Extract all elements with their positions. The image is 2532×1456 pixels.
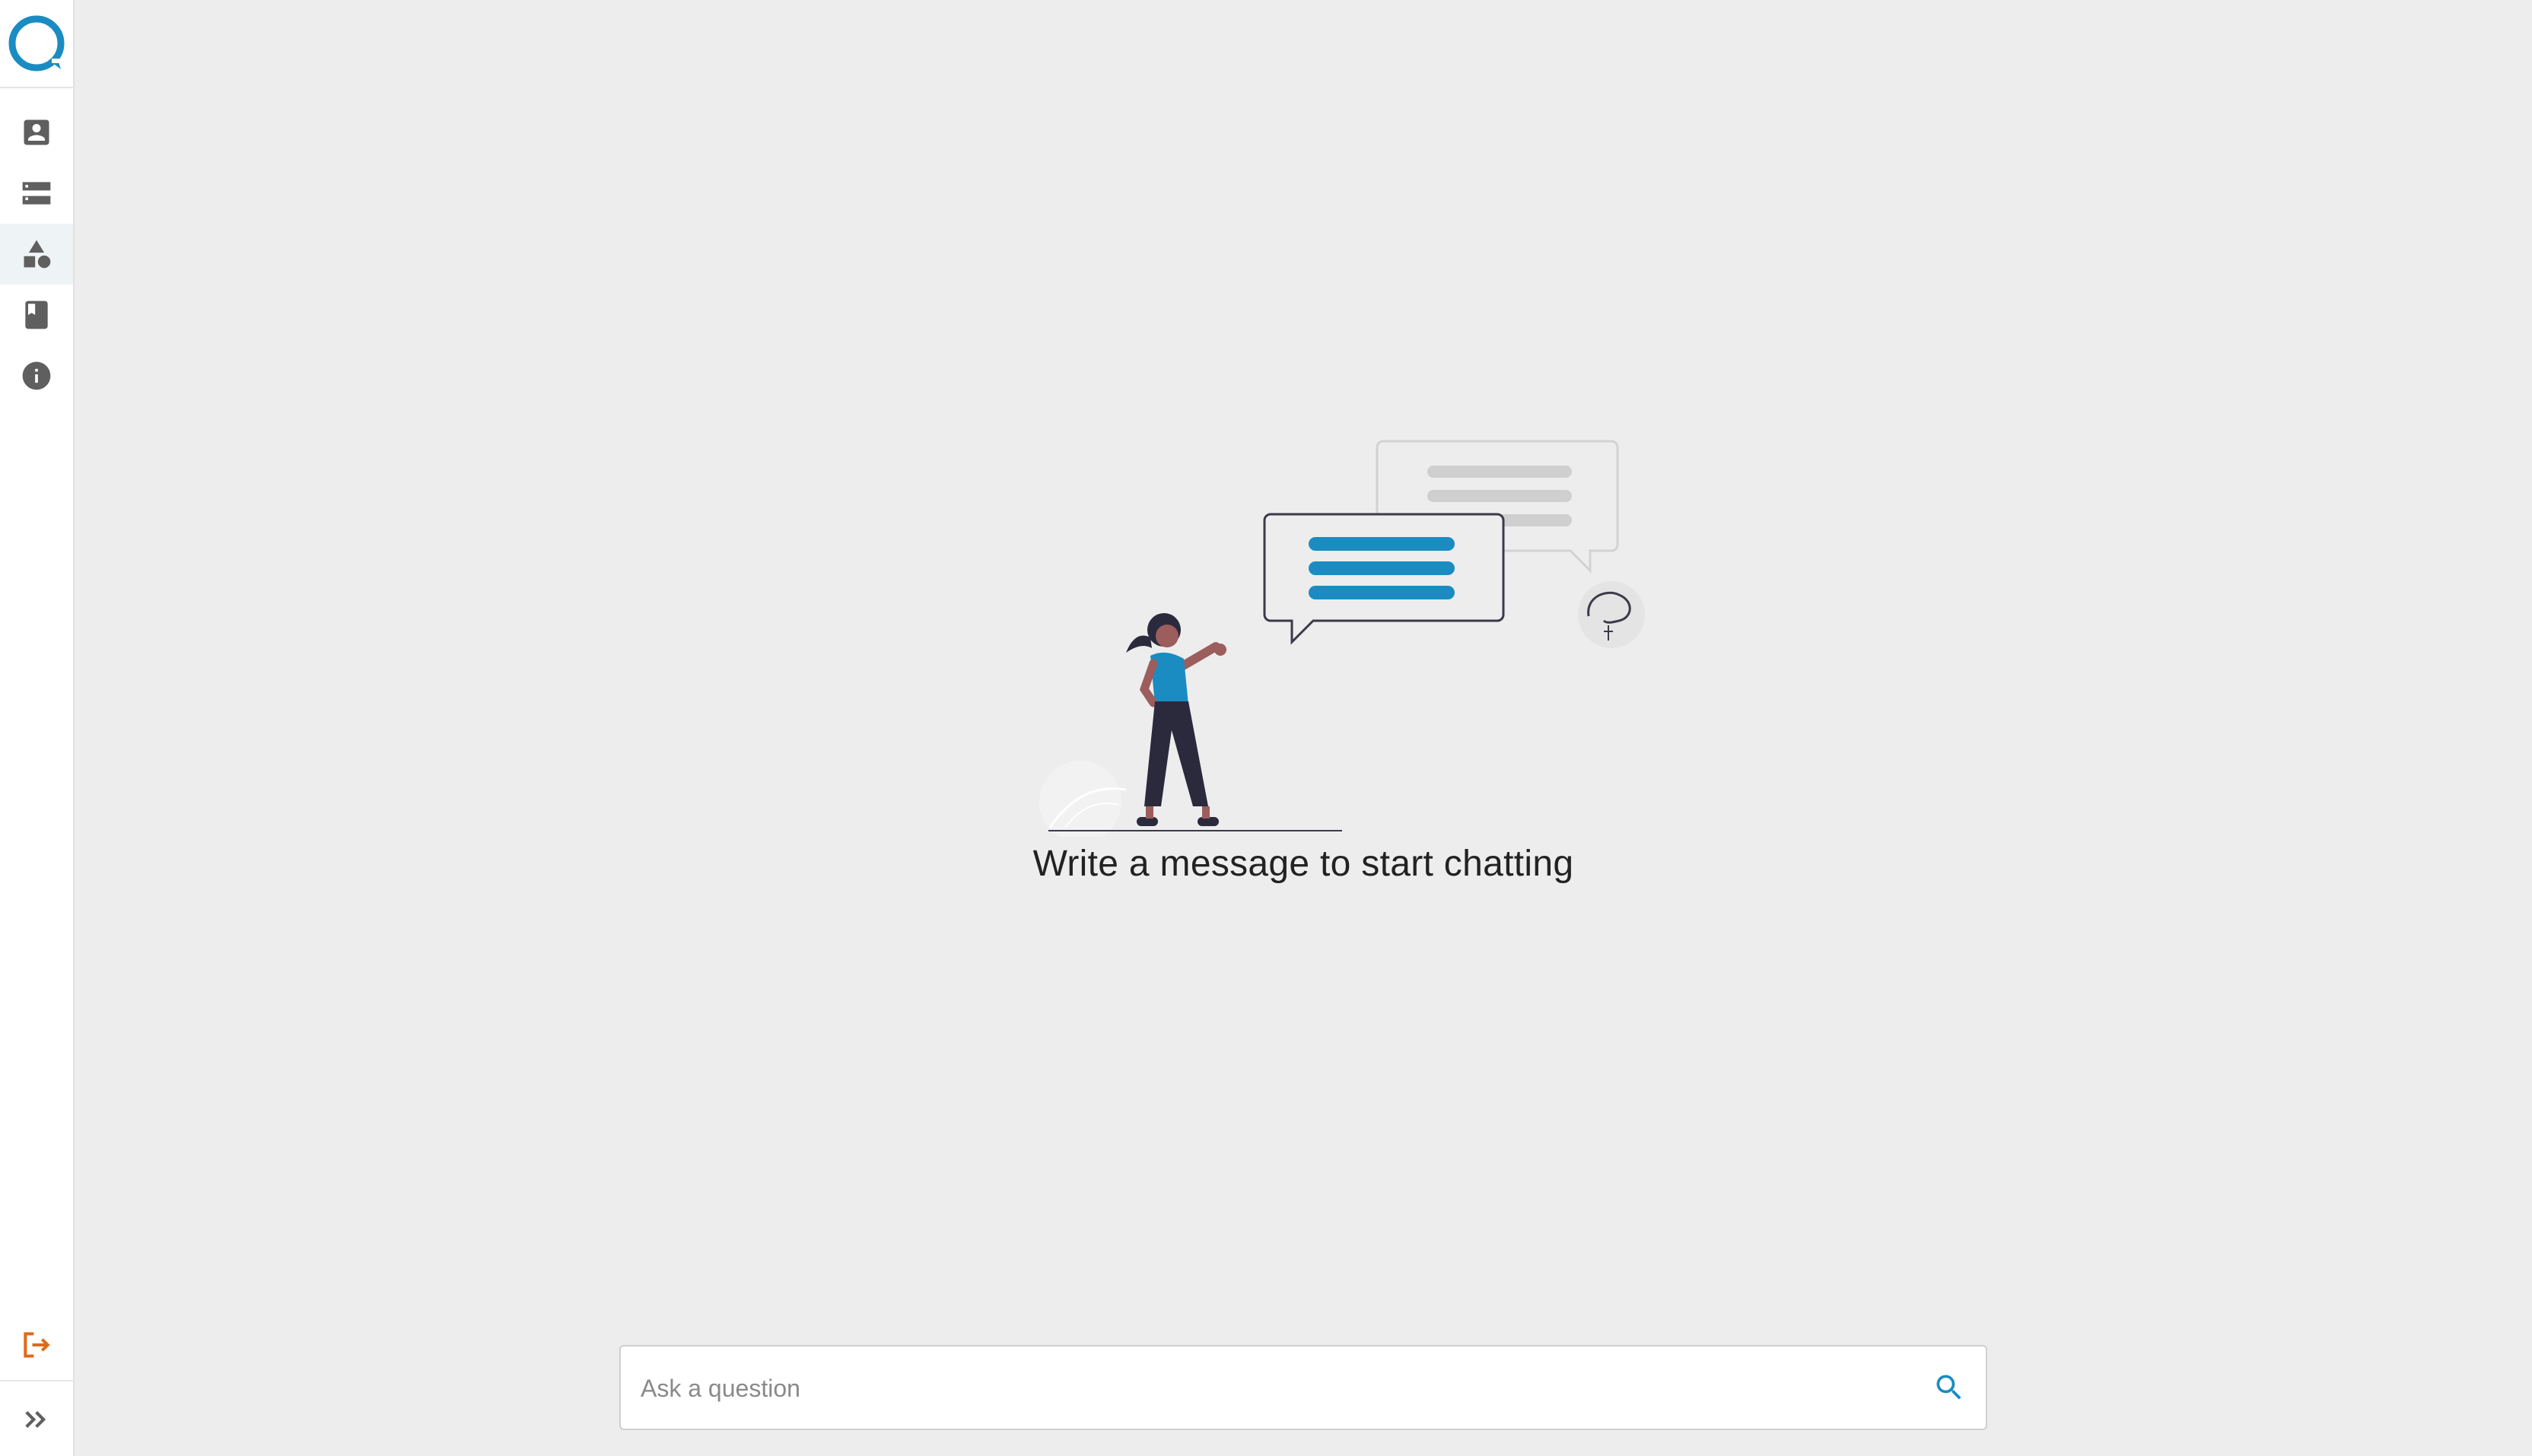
nav-item-info[interactable] (0, 345, 73, 406)
logout-button[interactable] (0, 1315, 73, 1375)
chat-bubble-logo-icon (8, 15, 65, 72)
logout-icon (24, 1332, 50, 1358)
nav-item-documentation[interactable] (0, 285, 73, 345)
account-box-icon (24, 119, 49, 145)
empty-state-message: Write a message to start chatting (1032, 844, 1574, 884)
book-icon (25, 300, 48, 329)
sidebar-divider (0, 1380, 73, 1381)
assistant-avatar (1578, 581, 1645, 648)
woman-figure (1126, 613, 1226, 826)
front-chat-bubble (1263, 513, 1505, 645)
question-input[interactable] (639, 1346, 1905, 1430)
plant-decoration (1039, 761, 1127, 837)
nav-item-storage[interactable] (0, 163, 73, 224)
nav-item-category[interactable] (0, 224, 73, 285)
app-logo[interactable] (0, 0, 73, 88)
storage-icon (22, 182, 51, 205)
main-area: Write a message to start chatting (75, 0, 2532, 1456)
expand-sidebar-button[interactable] (0, 1389, 73, 1450)
woman-with-chat-bubbles-illustration (1039, 440, 1645, 837)
info-icon (22, 361, 51, 390)
search-button[interactable] (1928, 1366, 1971, 1409)
search-icon (1936, 1375, 1961, 1400)
shapes-icon (24, 240, 51, 269)
nav-item-profile[interactable] (0, 102, 73, 163)
double-chevron-right-icon (25, 1411, 46, 1428)
sidebar (0, 0, 75, 1456)
question-input-box (619, 1345, 1987, 1430)
